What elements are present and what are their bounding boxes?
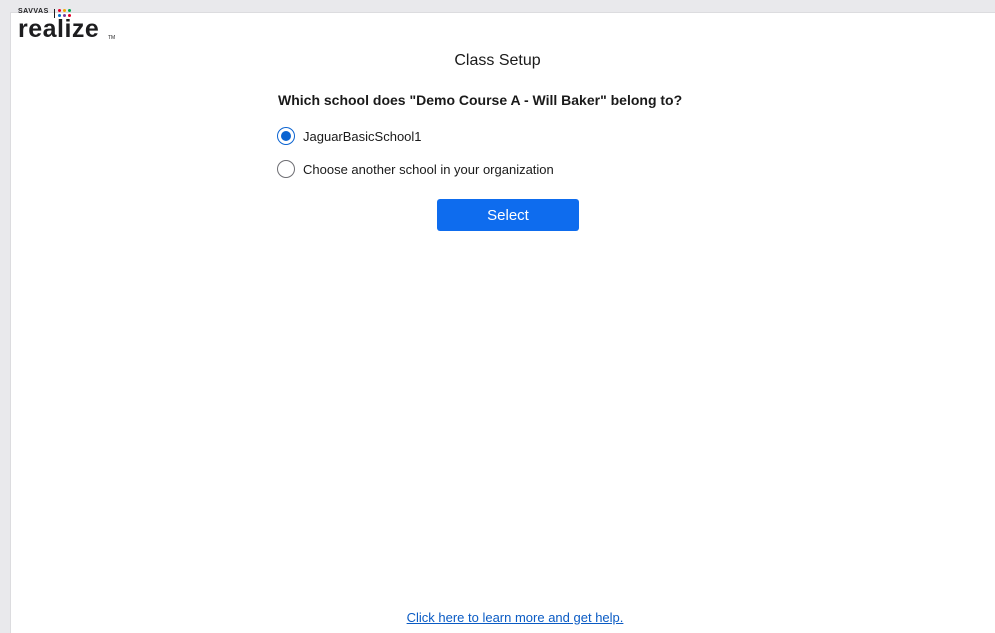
help-link[interactable]: Click here to learn more and get help. [0,610,995,625]
school-option-choose-another[interactable]: Choose another school in your organizati… [277,159,554,179]
school-option-label: JaguarBasicSchool1 [303,128,422,144]
page-title: Class Setup [454,52,541,69]
school-option-jaguarbasicschool1[interactable]: JaguarBasicSchool1 [277,126,422,146]
select-button[interactable]: Select [437,199,579,231]
school-question: Which school does "Demo Course A - Will … [278,92,683,108]
logo-trademark: TM [108,35,116,41]
radio-button-checked[interactable] [277,127,295,145]
radio-button-unchecked[interactable] [277,160,295,178]
savvas-realize-logo[interactable]: SAVVAS realize TM [18,8,128,46]
logo-wordmark: realize [18,15,100,43]
school-option-label: Choose another school in your organizati… [303,161,554,177]
